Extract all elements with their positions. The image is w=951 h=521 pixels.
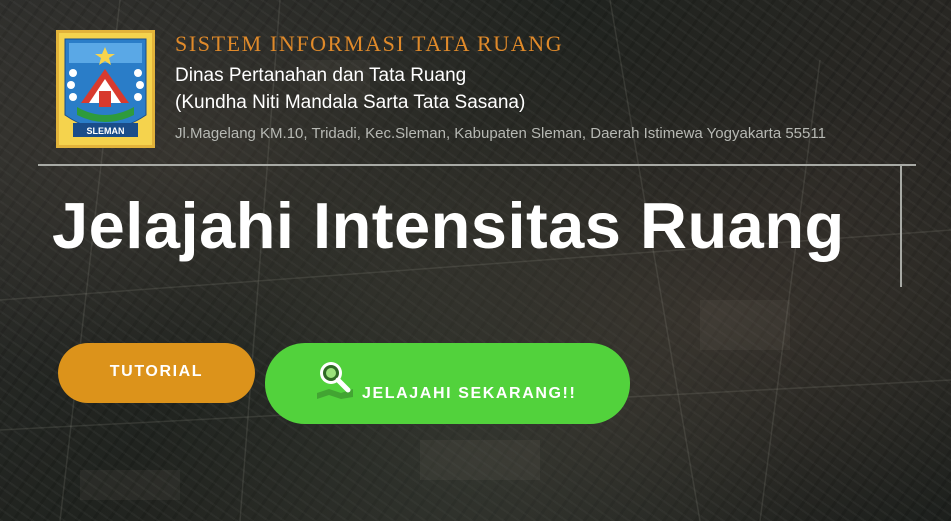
logo-text: SLEMAN: [87, 126, 125, 136]
map-search-icon: [317, 362, 353, 399]
tutorial-button[interactable]: TUTORIAL: [58, 343, 255, 403]
app-title: SISTEM INFORMASI TATA RUANG: [175, 31, 564, 56]
tutorial-button-label: TUTORIAL: [109, 363, 204, 380]
hero-title: Jelajahi Intensitas Ruang: [52, 189, 845, 262]
agency-address: Jl.Magelang KM.10, Tridadi, Kec.Sleman, …: [175, 125, 826, 142]
header-divider: [38, 164, 916, 166]
explore-now-button[interactable]: JELAJAHI SEKARANG!!: [265, 343, 630, 424]
sleman-logo: SLEMAN: [56, 30, 155, 148]
explore-now-button-label: JELAJAHI SEKARANG!!: [362, 385, 577, 402]
vertical-divider: [900, 166, 902, 287]
agency-name: Dinas Pertanahan dan Tata Ruang: [175, 65, 467, 86]
agency-subname: (Kundha Niti Mandala Sarta Tata Sasana): [175, 92, 526, 113]
